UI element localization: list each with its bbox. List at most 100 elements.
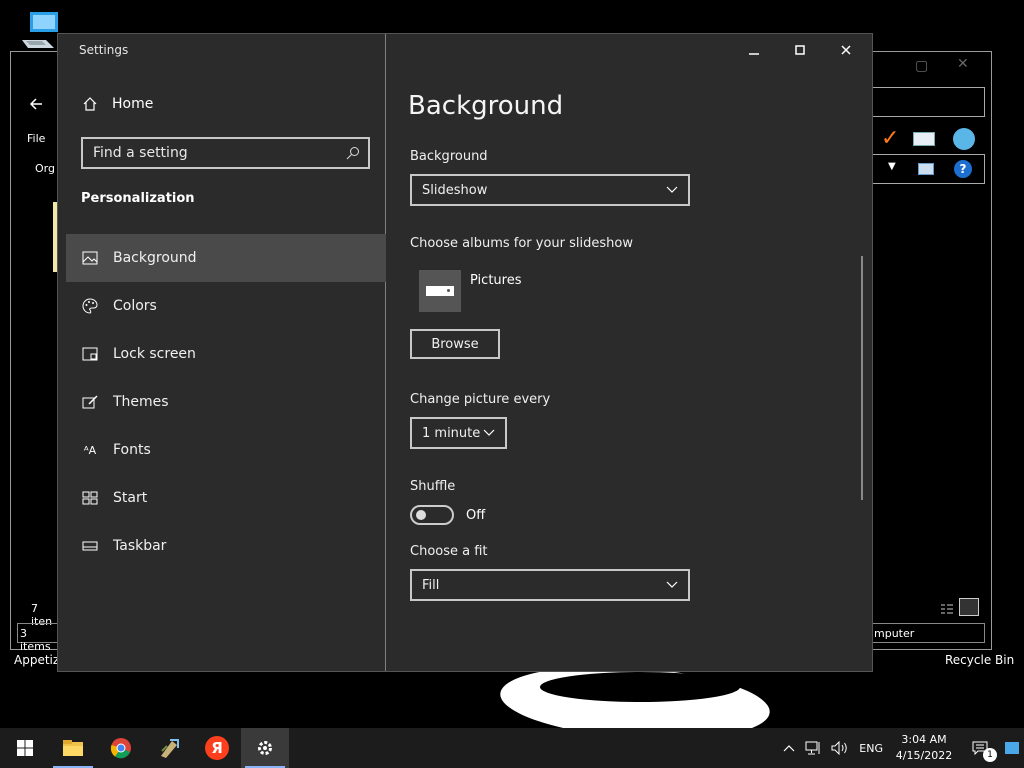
minimize-button[interactable] [731, 34, 777, 66]
close-button[interactable] [823, 34, 869, 66]
chrome-icon [110, 738, 131, 759]
palette-icon [82, 298, 98, 314]
clock[interactable]: 3:04 AM 4/15/2022 [888, 728, 960, 768]
network-button[interactable] [800, 728, 826, 768]
shuffle-state: Off [466, 508, 486, 523]
desktop: File Org 7 iten 3 items ▢ ✕ ✓ ▼ ? mputer… [0, 0, 1024, 728]
nav-item-taskbar[interactable]: Taskbar [66, 522, 386, 570]
language-indicator[interactable]: ENG [854, 728, 888, 768]
desktop-icon-label-recycle-bin[interactable]: Recycle Bin [945, 653, 1014, 667]
taskbar-app[interactable] [145, 728, 193, 768]
app-icon [161, 739, 179, 758]
volume-button[interactable] [826, 728, 854, 768]
windows-logo-icon [16, 740, 33, 756]
nav-label: Colors [113, 298, 157, 314]
change-picture-label: Change picture every [410, 392, 551, 407]
globe-icon[interactable] [953, 128, 975, 150]
maximize-button[interactable] [777, 34, 823, 66]
settings-window: Settings Home Personalization Background… [57, 33, 873, 672]
fit-dropdown[interactable]: Fill [410, 569, 690, 601]
settings-gear-icon [258, 741, 272, 755]
background-window-right: ▢ ✕ ✓ ▼ ? mputer [870, 51, 992, 650]
font-icon: ᴬA [83, 443, 97, 457]
taskbar-yandex[interactable]: Я [193, 728, 241, 768]
taskbar: Я ENG 3:04 AM 4/15/2022 1 [0, 728, 1024, 768]
search-icon[interactable] [346, 146, 360, 160]
album-thumbnail[interactable] [419, 270, 461, 312]
status-text: mputer [874, 627, 915, 640]
background-label: Background [410, 149, 488, 164]
dropdown-arrow-icon[interactable]: ▼ [888, 161, 896, 172]
shuffle-label: Shuffle [410, 479, 456, 494]
home-icon [83, 97, 97, 111]
show-desktop-button[interactable] [1000, 728, 1024, 768]
lock-screen-icon [82, 346, 98, 362]
back-arrow-icon[interactable] [29, 98, 43, 110]
section-heading: Personalization [81, 191, 195, 206]
settings-sidebar: Settings Home Personalization Background… [58, 34, 386, 671]
network-icon [805, 741, 820, 755]
show-hidden-icons-button[interactable] [778, 728, 800, 768]
taskbar-file-explorer[interactable] [49, 728, 97, 768]
status-items: 3 items [20, 627, 51, 653]
browse-button[interactable]: Browse [410, 329, 500, 359]
nav-item-background[interactable]: Background [66, 234, 386, 282]
organize-label[interactable]: Org [35, 162, 55, 175]
toggle-knob [416, 510, 426, 520]
minimize-icon [749, 53, 759, 55]
nav-item-colors[interactable]: Colors [66, 282, 386, 330]
close-icon [841, 45, 851, 55]
mail-icon[interactable] [913, 132, 935, 146]
menu-file[interactable]: File [27, 132, 45, 145]
clock-date: 4/15/2022 [895, 749, 953, 762]
file-explorer-icon [63, 740, 83, 756]
large-icons-view-icon[interactable] [959, 598, 979, 616]
volume-icon [831, 741, 848, 755]
album-name[interactable]: Pictures [470, 273, 521, 288]
bg-maximize-icon[interactable]: ▢ [915, 58, 928, 74]
this-pc-icon[interactable] [20, 10, 60, 50]
search-input[interactable] [93, 145, 323, 161]
chevron-down-icon [666, 581, 678, 588]
help-icon[interactable]: ? [954, 160, 972, 178]
page-title: Background [408, 91, 564, 121]
change-picture-value: 1 minute [422, 425, 481, 441]
chevron-down-icon [483, 429, 495, 436]
notification-badge: 1 [983, 748, 997, 762]
window-title: Settings [79, 43, 129, 57]
background-dropdown[interactable]: Slideshow [410, 174, 690, 206]
settings-content: Background Background Slideshow Choose a… [387, 34, 872, 671]
action-center-button[interactable]: 1 [960, 728, 1000, 768]
bg-close-icon[interactable]: ✕ [957, 56, 969, 72]
taskbar-icon [82, 538, 98, 554]
nav-item-lock-screen[interactable]: Lock screen [66, 330, 386, 378]
nav-item-start[interactable]: Start [66, 474, 386, 522]
system-tray: ENG 3:04 AM 4/15/2022 1 [778, 728, 1024, 768]
change-picture-dropdown[interactable]: 1 minute [410, 417, 507, 449]
right-status-bar: mputer [871, 623, 985, 643]
home-link[interactable]: Home [82, 96, 153, 112]
chevron-up-icon [783, 745, 795, 752]
fit-value: Fill [422, 577, 440, 593]
taskbar-settings[interactable] [241, 728, 289, 768]
image-icon [82, 250, 98, 266]
start-icon [82, 490, 98, 506]
search-box[interactable] [81, 137, 370, 169]
address-bar[interactable] [871, 87, 985, 117]
nav-label: Themes [113, 394, 169, 410]
show-desktop-icon [1005, 742, 1019, 754]
clock-time: 3:04 AM [901, 733, 947, 746]
wallpaper-shape-shadow [540, 672, 740, 702]
taskbar-chrome[interactable] [97, 728, 145, 768]
nav-item-fonts[interactable]: ᴬA Fonts [66, 426, 386, 474]
brush-icon [82, 394, 98, 410]
details-view-icon[interactable] [941, 600, 953, 614]
shuffle-toggle[interactable] [410, 505, 454, 525]
nav-label: Start [113, 490, 148, 506]
start-button[interactable] [0, 728, 49, 768]
pane-icon[interactable] [918, 163, 934, 175]
nav-item-themes[interactable]: Themes [66, 378, 386, 426]
check-icon[interactable]: ✓ [881, 126, 899, 151]
content-scrollbar[interactable] [861, 256, 863, 500]
background-value: Slideshow [422, 182, 488, 198]
